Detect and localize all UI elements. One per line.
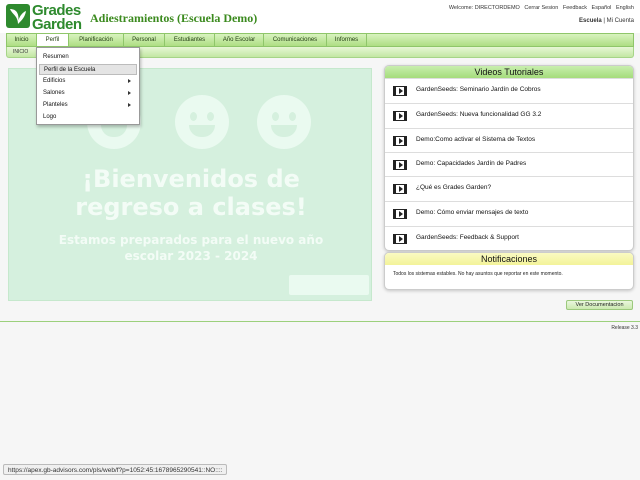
notifications-panel-title: Notificaciones xyxy=(385,253,633,265)
video-item[interactable]: Demo:Como activar el Sistema de Textos xyxy=(385,128,633,152)
banner-subline-2: escolar 2023 - 2024 xyxy=(124,249,258,263)
school-links: Escuela | Mi Cuenta xyxy=(579,18,634,24)
video-icon xyxy=(393,184,407,194)
banner-subline-1: Estamos preparados para el nuevo año xyxy=(58,233,324,247)
video-item[interactable]: GardenSeeds: Feedback & Support xyxy=(385,226,633,250)
banner-headline-1: ¡Bienvenidos de xyxy=(82,165,300,193)
logo-text-line2: Garden xyxy=(32,16,82,33)
menu-item-label: Edificios xyxy=(43,78,66,84)
browser-status-bar: https://apex.gb-advisors.com/pls/web/f?p… xyxy=(3,464,228,475)
video-item[interactable]: GardenSeeds: Nueva funcionalidad GG 3.2 xyxy=(385,103,633,127)
leaf-icon xyxy=(6,4,30,28)
menu-item-perfil-escuela[interactable]: Perfil de la Escuela xyxy=(39,64,137,75)
nav-item-personal[interactable]: Personal xyxy=(124,34,165,46)
video-label: ¿Qué es Grades Garden? xyxy=(416,184,492,191)
video-icon xyxy=(393,136,407,146)
video-label: Demo: Capacidades Jardín de Padres xyxy=(416,160,527,167)
banner-headline-2: regreso a clases! xyxy=(75,193,307,221)
nav-item-ano-escolar[interactable]: Año Escolar xyxy=(215,34,264,46)
video-icon xyxy=(393,160,407,170)
video-icon xyxy=(393,111,407,121)
video-item[interactable]: Demo: Capacidades Jardín de Padres xyxy=(385,152,633,176)
videos-panel-title: Videos Tutoriales xyxy=(385,66,633,78)
video-label: Demo:Como activar el Sistema de Textos xyxy=(416,136,536,143)
logout-link[interactable]: Cerrar Sesion xyxy=(524,5,558,11)
smiley-icon xyxy=(257,95,311,149)
video-item[interactable]: Demo: Cómo enviar mensajes de texto xyxy=(385,201,633,225)
sub-nav-label[interactable]: INICIO xyxy=(13,49,28,55)
header: Grades Garden Adiestramientos (Escuela D… xyxy=(0,0,640,33)
top-links: Welcome: DIRECTORDEMO Cerrar Sesion Feed… xyxy=(446,5,634,11)
video-icon xyxy=(393,209,407,219)
notifications-panel: Notificaciones Todos los sistemas establ… xyxy=(384,252,634,290)
video-label: GardenSeeds: Seminario Jardín de Cobros xyxy=(416,86,541,93)
video-label: GardenSeeds: Feedback & Support xyxy=(416,234,519,241)
video-icon xyxy=(393,234,407,244)
menu-item-planteles[interactable]: Planteles xyxy=(39,100,137,111)
menu-item-label: Resumen xyxy=(43,54,69,60)
nav-item-planificacion[interactable]: Planificación xyxy=(69,34,124,46)
nav-item-inicio[interactable]: Inicio xyxy=(7,34,37,46)
perfil-dropdown-menu: Resumen Perfil de la Escuela Edificios S… xyxy=(36,47,140,125)
nav-item-estudiantes[interactable]: Estudiantes xyxy=(165,34,215,46)
menu-item-label: Logo xyxy=(43,114,57,120)
submenu-arrow-icon xyxy=(128,79,131,83)
menu-item-logo[interactable]: Logo xyxy=(39,112,137,123)
video-label: Demo: Cómo enviar mensajes de texto xyxy=(416,209,529,216)
video-item[interactable]: GardenSeeds: Seminario Jardín de Cobros xyxy=(385,78,633,102)
videos-panel: Videos Tutoriales GardenSeeds: Seminario… xyxy=(384,65,634,251)
menu-item-edificios[interactable]: Edificios xyxy=(39,76,137,87)
feedback-link[interactable]: Feedback xyxy=(563,5,587,11)
nav-item-informes[interactable]: Informes xyxy=(327,34,367,46)
grades-garden-logo[interactable]: Grades Garden xyxy=(6,2,88,33)
school-link[interactable]: Escuela xyxy=(579,18,602,24)
banner-logo xyxy=(289,275,369,295)
submenu-arrow-icon xyxy=(128,91,131,95)
app-title: Adiestramientos (Escuela Demo) xyxy=(90,11,258,25)
menu-item-salones[interactable]: Salones xyxy=(39,88,137,99)
footer-divider xyxy=(0,321,640,322)
menu-item-label: Salones xyxy=(43,90,65,96)
english-link[interactable]: English xyxy=(616,5,634,11)
my-account-link[interactable]: Mi Cuenta xyxy=(607,18,634,24)
main-nav: Inicio Perfil Planificación Personal Est… xyxy=(6,33,634,47)
nav-item-perfil[interactable]: Perfil xyxy=(37,34,69,46)
video-label: GardenSeeds: Nueva funcionalidad GG 3.2 xyxy=(416,111,542,118)
view-documentation-button[interactable]: Ver Documentacion xyxy=(566,300,633,310)
spanish-link[interactable]: Español xyxy=(592,5,612,11)
menu-item-label: Perfil de la Escuela xyxy=(44,67,96,73)
welcome-text: Welcome: DIRECTORDEMO xyxy=(448,5,520,11)
video-item[interactable]: ¿Qué es Grades Garden? xyxy=(385,176,633,200)
smiley-icon xyxy=(175,95,229,149)
video-icon xyxy=(393,86,407,96)
menu-item-label: Planteles xyxy=(43,102,68,108)
submenu-arrow-icon xyxy=(128,103,131,107)
nav-item-comunicaciones[interactable]: Comunicaciones xyxy=(264,34,327,46)
notification-text: Todos los sistemas estables. No hay asun… xyxy=(393,271,563,277)
menu-item-resumen[interactable]: Resumen xyxy=(39,52,137,63)
release-label: Release 3.3 xyxy=(611,325,638,331)
